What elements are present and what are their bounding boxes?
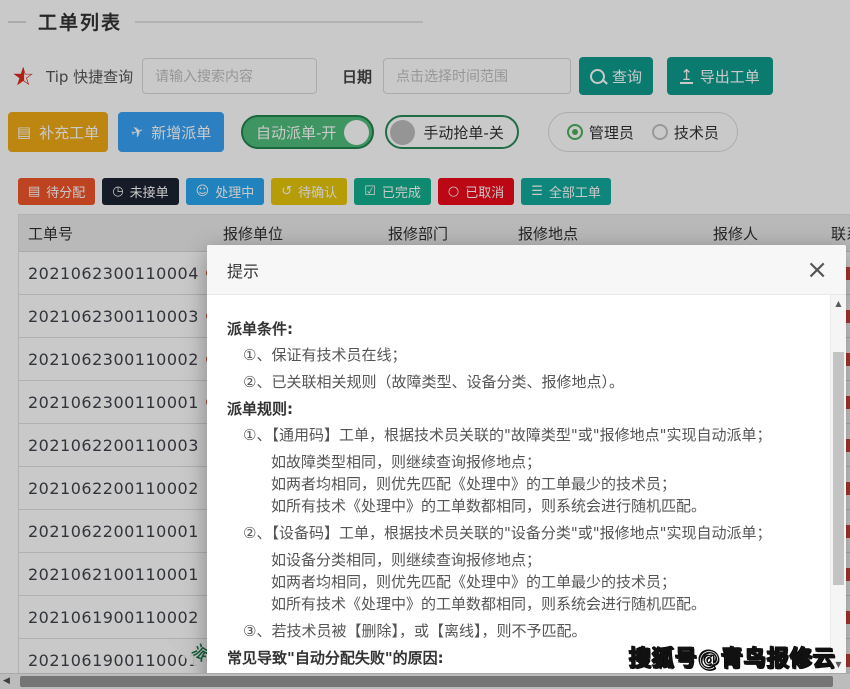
rule-line: 如所有技术《处理中》的工单数都相同，则系统会进行随机匹配。 — [227, 496, 796, 517]
scroll-left-icon[interactable]: ◀ — [3, 676, 10, 686]
rule-line: ①、【通用码】工单，根据技术员关联的"故障类型"或"报修地点"实现自动派单； — [227, 425, 796, 446]
dialog-header: 提示 × — [207, 245, 846, 295]
scrollbar-thumb[interactable] — [833, 352, 844, 585]
modal-content: 派单条件: ①、保证有技术员在线； ②、已关联相关规则（故障类型、设备分类、报修地点… — [207, 295, 846, 669]
rule-line: ②、【设备码】工单，根据技术员关联的"设备分类"或"报修地点"实现自动派单； — [227, 523, 796, 544]
rule-line: ②、已关联相关规则（故障类型、设备分类、报修地点）。 — [227, 372, 796, 393]
rule-heading: 派单条件: — [227, 319, 796, 340]
rule-line: 如设备分类相同，则继续查询报修地点； — [227, 550, 796, 571]
tip-dialog: 提示 × 派单条件: ①、保证有技术员在线； ②、已关联相关规则（故障类型、设备分类… — [207, 245, 846, 689]
app-window: 工单列表 ☆ ★ Tip 快捷查询 请输入搜索内容 日期 点击选择时间范围 查询… — [0, 0, 850, 689]
rule-line: ③、若技术员被【删除】，或【离线】，则不予匹配。 — [227, 621, 796, 642]
dialog-scrollbar[interactable]: ▲ ▼ — [830, 295, 846, 689]
rule-line: ①、保证有技术员在线； — [227, 345, 796, 366]
rule-line: 如两者均相同，则优先匹配《处理中》的工单最少的技术员； — [227, 572, 796, 593]
horizontal-scrollbar[interactable]: ◀ — [0, 673, 850, 689]
rule-line: 如两者均相同，则优先匹配《处理中》的工单最少的技术员； — [227, 474, 796, 495]
rule-line: 如故障类型相同，则继续查询报修地点； — [227, 452, 796, 473]
watermark: 搜狐号@青鸟报修云 — [629, 641, 836, 673]
rule-line: 如所有技术《处理中》的工单数都相同，则系统会进行随机匹配。 — [227, 594, 796, 615]
scroll-up-icon[interactable]: ▲ — [831, 299, 846, 308]
close-icon[interactable]: × — [806, 260, 828, 280]
dialog-title: 提示 — [227, 258, 259, 282]
rule-heading: 派单规则: — [227, 399, 796, 420]
horizontal-scrollbar-thumb[interactable] — [20, 676, 833, 687]
